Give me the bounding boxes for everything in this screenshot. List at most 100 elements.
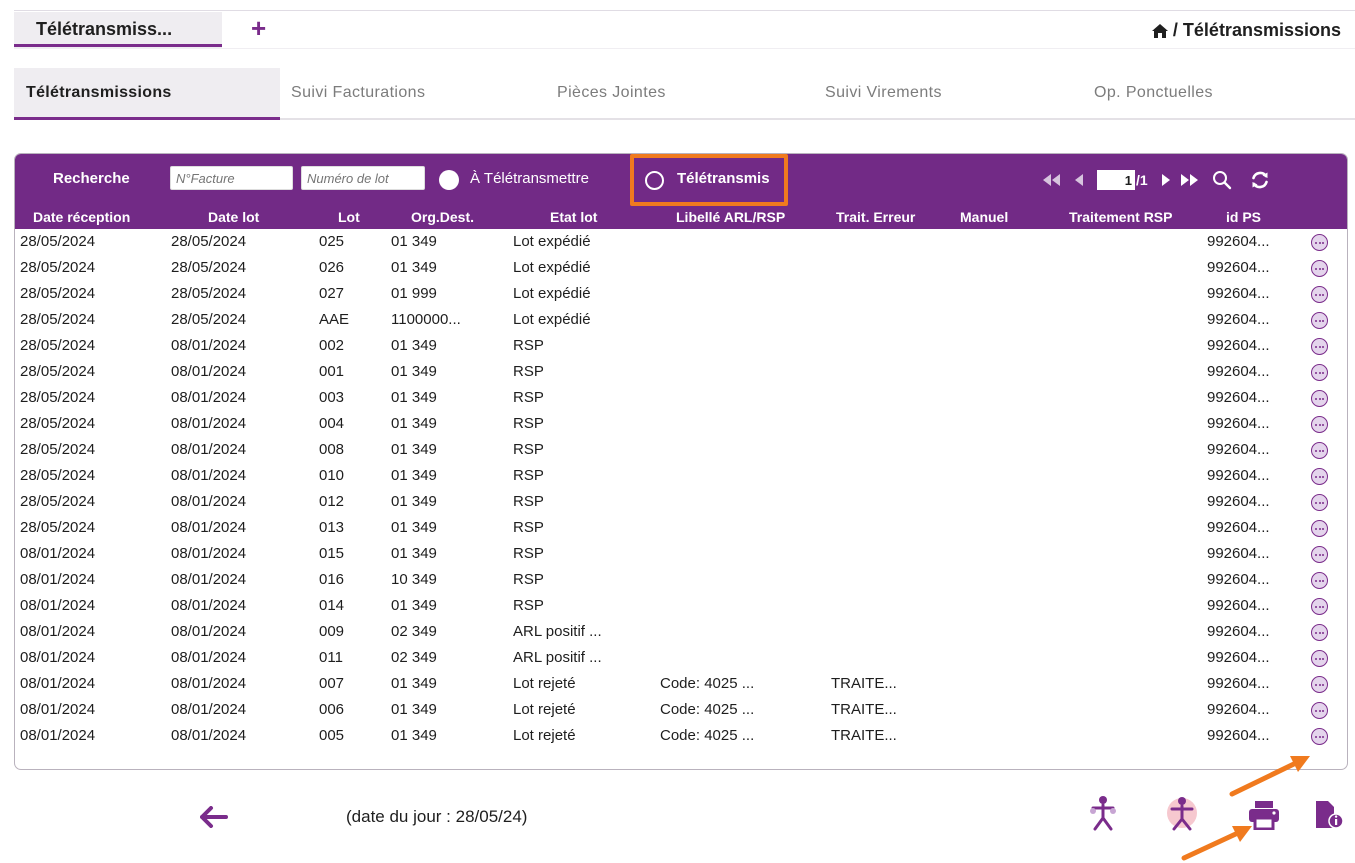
col-header-org-dest[interactable]: Org.Dest. [411,209,474,225]
table-row[interactable]: 28/05/2024 28/05/2024 026 01 349 Lot expédié… [15,255,1347,281]
row-more-actions-icon[interactable] [1311,520,1328,537]
cell-date-lot: 08/01/2024 [171,519,247,536]
cell-libelle: Code: 4025 ... [660,701,755,718]
cell-date-reception: 08/01/2024 [20,675,96,692]
row-more-actions-icon[interactable] [1311,312,1328,329]
radio-a-teletransmettre[interactable] [439,170,459,190]
cell-lot: 008 [319,441,345,458]
row-more-actions-icon[interactable] [1311,286,1328,303]
table-row[interactable]: 28/05/2024 08/01/2024 003 01 349 RSP 992604..… [15,385,1347,411]
row-more-actions-icon[interactable] [1311,546,1328,563]
row-more-actions-icon[interactable] [1311,572,1328,589]
cell-id-ps: 992604... [1207,545,1270,562]
lots-grid-panel: Recherche À Télétransmettre Télétransmis… [14,153,1348,770]
cell-org-dest: 01 349 [391,467,437,484]
row-more-actions-icon[interactable] [1311,468,1328,485]
breadcrumb: / Télétransmissions [1151,20,1341,41]
cell-etat-lot: RSP [513,337,544,354]
row-more-actions-icon[interactable] [1311,260,1328,277]
subtab-op-ponctuelles[interactable]: Op. Ponctuelles [1094,68,1213,118]
col-header-id-ps[interactable]: id PS [1226,209,1261,225]
table-row[interactable]: 28/05/2024 08/01/2024 013 01 349 RSP 992604..… [15,515,1347,541]
table-row[interactable]: 28/05/2024 28/05/2024 AAE 1100000... Lot exp… [15,307,1347,333]
cell-org-dest: 02 349 [391,623,437,640]
row-more-actions-icon[interactable] [1311,650,1328,667]
lot-search-input[interactable] [301,166,425,190]
table-row[interactable]: 28/05/2024 28/05/2024 025 01 349 Lot expédié… [15,229,1347,255]
tab-teletransmissions-window[interactable]: Télétransmiss... [14,12,222,48]
cell-date-lot: 28/05/2024 [171,285,247,302]
row-more-actions-icon[interactable] [1311,676,1328,693]
table-row[interactable]: 08/01/2024 08/01/2024 015 01 349 RSP 992604..… [15,541,1347,567]
refresh-icon[interactable] [1250,170,1270,190]
search-icon[interactable] [1212,170,1232,190]
cell-lot: 013 [319,519,345,536]
cell-date-reception: 08/01/2024 [20,545,96,562]
subtab-pieces-jointes[interactable]: Pièces Jointes [557,68,666,118]
table-row[interactable]: 08/01/2024 08/01/2024 007 01 349 Lot rejeté C… [15,671,1347,697]
cell-id-ps: 992604... [1207,597,1270,614]
row-more-actions-icon[interactable] [1311,702,1328,719]
last-page-icon[interactable] [1178,173,1200,187]
table-row[interactable]: 28/05/2024 08/01/2024 004 01 349 RSP 992604..… [15,411,1347,437]
table-row[interactable]: 08/01/2024 08/01/2024 009 02 349 ARL positif… [15,619,1347,645]
col-header-manuel[interactable]: Manuel [960,209,1008,225]
subtab-suivi-virements[interactable]: Suivi Virements [825,68,942,118]
cell-org-dest: 01 349 [391,701,437,718]
cell-date-lot: 08/01/2024 [171,389,247,406]
document-info-icon[interactable] [1314,800,1344,830]
cell-etat-lot: Lot expédié [513,233,591,250]
row-more-actions-icon[interactable] [1311,442,1328,459]
subtab-suivi-facturations[interactable]: Suivi Facturations [291,68,425,118]
table-row[interactable]: 08/01/2024 08/01/2024 006 01 349 Lot rejeté C… [15,697,1347,723]
cell-id-ps: 992604... [1207,363,1270,380]
table-row[interactable]: 28/05/2024 08/01/2024 010 01 349 RSP 992604..… [15,463,1347,489]
row-more-actions-icon[interactable] [1311,234,1328,251]
row-more-actions-icon[interactable] [1311,624,1328,641]
row-more-actions-icon[interactable] [1311,728,1328,745]
home-icon[interactable] [1151,23,1169,39]
cell-date-reception: 28/05/2024 [20,233,96,250]
subtab-teletransmissions[interactable]: Télétransmissions [14,68,280,118]
col-header-trait-erreur[interactable]: Trait. Erreur [836,209,915,225]
table-row[interactable]: 28/05/2024 08/01/2024 012 01 349 RSP 992604..… [15,489,1347,515]
add-tab-button[interactable]: + [251,14,266,42]
row-more-actions-icon[interactable] [1311,494,1328,511]
teletransmit-people-icon[interactable] [1085,794,1121,832]
facture-search-input[interactable] [170,166,293,190]
cell-org-dest: 01 349 [391,415,437,432]
cell-org-dest: 01 349 [391,545,437,562]
table-row[interactable]: 28/05/2024 08/01/2024 001 01 349 RSP 992604..… [15,359,1347,385]
first-page-icon[interactable] [1041,173,1063,187]
cell-org-dest: 01 349 [391,233,437,250]
col-header-traitement-rsp[interactable]: Traitement RSP [1069,209,1172,225]
row-more-actions-icon[interactable] [1311,416,1328,433]
table-row[interactable]: 08/01/2024 08/01/2024 014 01 349 RSP 992604..… [15,593,1347,619]
table-row[interactable]: 28/05/2024 08/01/2024 002 01 349 RSP 992604..… [15,333,1347,359]
annotation-arrow-to-print [1181,826,1252,861]
table-row[interactable]: 08/01/2024 08/01/2024 016 10 349 RSP 992604..… [15,567,1347,593]
cell-libelle: Code: 4025 ... [660,727,755,744]
cell-id-ps: 992604... [1207,727,1270,744]
table-row[interactable]: 28/05/2024 28/05/2024 027 01 999 Lot expédié… [15,281,1347,307]
row-more-actions-icon[interactable] [1311,338,1328,355]
back-arrow-icon[interactable] [200,806,228,828]
row-more-actions-icon[interactable] [1311,390,1328,407]
row-more-actions-icon[interactable] [1311,364,1328,381]
cell-lot: 027 [319,285,345,302]
col-header-libelle-arl-rsp[interactable]: Libellé ARL/RSP [676,209,785,225]
page-number-input[interactable] [1097,170,1135,190]
table-row[interactable]: 28/05/2024 08/01/2024 008 01 349 RSP 992604..… [15,437,1347,463]
col-header-date-lot[interactable]: Date lot [208,209,259,225]
next-page-icon[interactable] [1160,173,1172,187]
table-row[interactable]: 08/01/2024 08/01/2024 005 01 349 Lot rejeté C… [15,723,1347,749]
cell-lot: 014 [319,597,345,614]
col-header-date-reception[interactable]: Date réception [33,209,130,225]
prev-page-icon[interactable] [1073,173,1085,187]
cell-org-dest: 01 349 [391,493,437,510]
row-more-actions-icon[interactable] [1311,598,1328,615]
cell-id-ps: 992604... [1207,623,1270,640]
table-row[interactable]: 08/01/2024 08/01/2024 011 02 349 ARL positif… [15,645,1347,671]
col-header-etat-lot[interactable]: Etat lot [550,209,597,225]
col-header-lot[interactable]: Lot [338,209,360,225]
